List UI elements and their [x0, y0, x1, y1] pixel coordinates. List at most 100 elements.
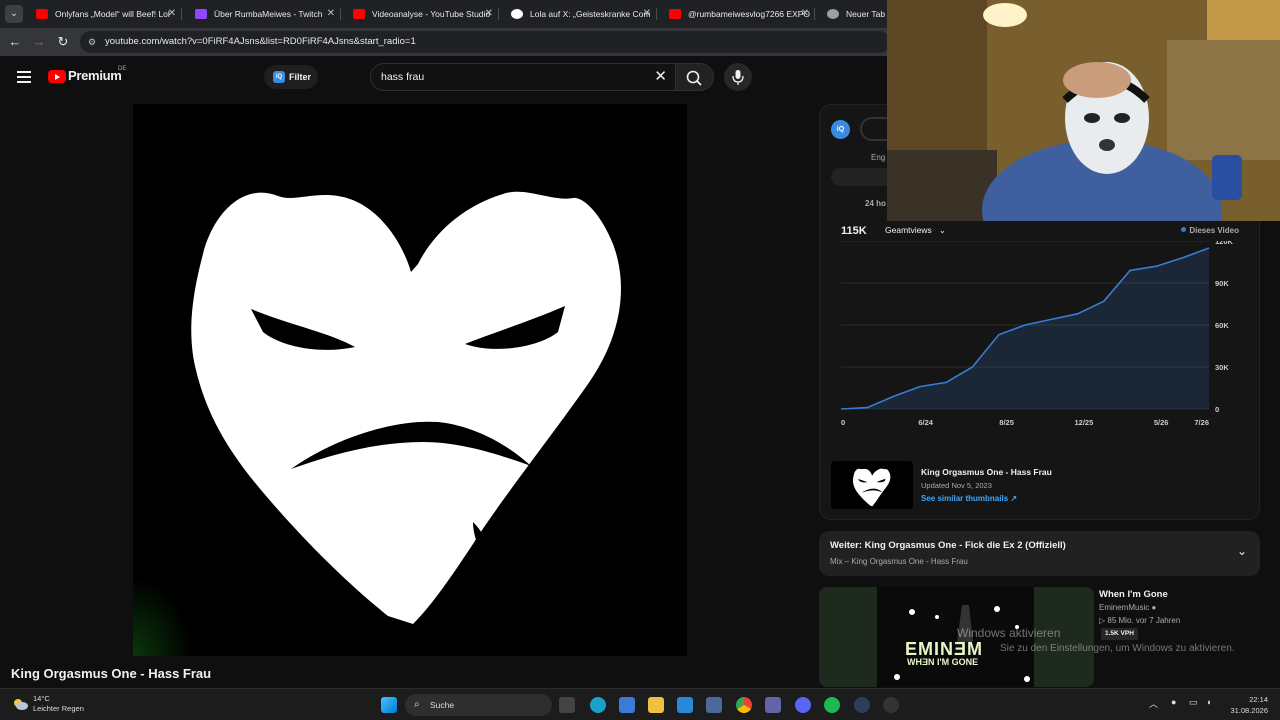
forward-icon[interactable]: →	[29, 32, 49, 52]
thumbnail-title: King Orgasmus One - Hass Frau	[921, 467, 1052, 477]
microphone-tray-icon[interactable]: ●	[1171, 697, 1176, 707]
chevron-down-icon[interactable]: ⌄	[1237, 544, 1247, 558]
app-recorder-icon[interactable]	[883, 697, 899, 713]
thumb-text-song: WHƎN I'M GONE	[907, 657, 979, 667]
spotify-icon[interactable]	[824, 697, 840, 713]
menu-icon[interactable]	[17, 71, 31, 83]
up-next-title: Weiter: King Orgasmus One - Fick die Ex …	[830, 540, 1066, 551]
tab-label: @rumbameiwesvlog7266 EXPO	[688, 9, 811, 19]
twitch-icon	[195, 9, 207, 19]
legend-label: Dieses Video	[1189, 226, 1239, 235]
close-tab-icon[interactable]: ✕	[485, 0, 493, 28]
search-input[interactable]: hass frau ✕	[370, 63, 676, 91]
series-area	[841, 248, 1209, 409]
clock[interactable]: 22:14 31.08.2026	[1230, 694, 1268, 716]
x-tick-label: 5/26	[1154, 418, 1169, 427]
up-next-panel[interactable]: Weiter: King Orgasmus One - Fick die Ex …	[819, 531, 1260, 576]
tab-label: Onlyfans „Model“ will Beef! Lol	[55, 9, 170, 19]
youtube-logo-icon[interactable]	[48, 70, 66, 83]
youtube-icon	[36, 9, 48, 19]
thumbnail-info: King Orgasmus One - Hass Frau Updated No…	[831, 461, 1249, 511]
task-view-icon[interactable]	[559, 697, 575, 713]
discord-icon[interactable]	[795, 697, 811, 713]
volume-icon[interactable]: ◖	[1206, 697, 1211, 707]
store-icon[interactable]	[706, 697, 722, 713]
app-w-icon[interactable]	[854, 697, 870, 713]
tab-label: Lola auf X: „Geisteskranke Com	[530, 9, 651, 19]
heart-face-artwork	[191, 191, 621, 624]
up-next-subtitle: Mix – King Orgasmus One - Hass Frau	[830, 557, 968, 566]
weather-widget[interactable]: 14°C Leichter Regen	[33, 694, 84, 714]
views-chart-card: 115K Geamtviews ⌄ Dieses Video 0 30K 60K 90…	[831, 215, 1249, 451]
taskbar-search[interactable]: ⌕ Suche	[405, 694, 552, 716]
engagement-label: Eng	[871, 153, 886, 162]
recommendation-title[interactable]: When I'm Gone	[1099, 589, 1168, 600]
clear-search-icon[interactable]: ✕	[654, 64, 667, 90]
chrome-icon[interactable]	[736, 697, 752, 713]
browser-tab[interactable]: @rumbameiwesvlog7266 EXPO ✕	[660, 0, 815, 28]
tray-chevron-icon[interactable]: ︿	[1149, 697, 1158, 710]
tab-label: Neuer Tab	[846, 9, 886, 19]
windows-taskbar: 14°C Leichter Regen ⌕ Suche ︿ ● ▭ ◖ 22:1…	[0, 688, 1280, 720]
back-icon[interactable]: ←	[5, 32, 25, 52]
recommendation-meta: ▷ 85 Mio. vor 7 Jahren	[1099, 616, 1181, 625]
video-area: King Orgasmus One - Hass Frau	[0, 100, 818, 686]
close-tab-icon[interactable]: ✕	[801, 0, 809, 28]
iq-badge-icon[interactable]: iQ	[831, 120, 850, 139]
close-tab-icon[interactable]: ✕	[643, 0, 651, 28]
legend-dot	[1181, 227, 1187, 232]
x-tick-label: 8/25	[999, 418, 1014, 427]
x-tick-label: 6/24	[918, 418, 933, 427]
taskbar-search-label: Suche	[430, 700, 455, 710]
site-info-icon[interactable]: ⚙	[88, 36, 100, 48]
filter-button[interactable]: iQ Filter	[264, 65, 318, 89]
browser-tab[interactable]: Videoanalyse - YouTube Studio ✕	[344, 0, 499, 28]
windows-activation-subtitle: Sie zu den Einstellungen, um Windows zu …	[1000, 643, 1235, 654]
teams-icon[interactable]	[765, 697, 781, 713]
y-tick-label: 30K	[1215, 363, 1229, 372]
chevron-down-icon: ⌄	[934, 225, 946, 235]
outlook-icon[interactable]	[677, 697, 693, 713]
close-tab-icon[interactable]: ✕	[168, 0, 176, 28]
windows-start-icon[interactable]	[381, 697, 397, 713]
metric-select[interactable]: Geamtviews ⌄	[885, 225, 946, 236]
tab-separator	[340, 8, 341, 20]
recommendation-channel[interactable]: EminemMusic ●	[1099, 603, 1156, 612]
youtube-icon	[669, 9, 681, 19]
file-explorer-icon[interactable]	[648, 697, 664, 713]
x-tick-label: 0	[841, 418, 845, 427]
weather-text: Leichter Regen	[33, 704, 84, 713]
edge-icon[interactable]	[590, 697, 606, 713]
reload-icon[interactable]: ↻	[53, 32, 73, 52]
channel-name: EminemMusic	[1099, 603, 1150, 612]
clock-time: 22:14	[1249, 695, 1268, 704]
search-button[interactable]	[676, 63, 714, 91]
url-text[interactable]: youtube.com/watch?v=0FiRF4AJsns&list=RD0…	[105, 31, 416, 53]
weather-icon	[14, 699, 28, 710]
network-icon[interactable]: ▭	[1189, 697, 1198, 708]
metric-select-label: Geamtviews	[885, 225, 932, 235]
browser-tab[interactable]: Neuer Tab	[818, 0, 886, 28]
voice-search-button[interactable]	[724, 63, 752, 91]
close-tab-icon[interactable]: ✕	[327, 0, 335, 28]
video-player[interactable]	[133, 104, 687, 656]
chart-legend: Dieses Video	[1181, 226, 1239, 235]
webcam-scene	[887, 0, 1280, 221]
y-tick-label: 60K	[1215, 321, 1229, 330]
iq-icon: iQ	[273, 71, 285, 83]
clock-date: 31.08.2026	[1230, 706, 1268, 715]
tab-search-menu-button[interactable]: ⌄	[5, 5, 23, 23]
youtube-premium-logo[interactable]: Premium	[68, 68, 122, 83]
views-chart: 0 30K 60K 90K 120K 0 6/24 8/25 12/25 5/26 7/26	[840, 241, 1234, 427]
browser-tab[interactable]: Über RumbaMeiwes - Twitch ✕	[186, 0, 341, 28]
media-player-icon[interactable]	[619, 697, 635, 713]
webcam-overlay	[887, 0, 1280, 221]
search-value[interactable]: hass frau	[381, 64, 424, 90]
browser-tab[interactable]: Onlyfans „Model“ will Beef! Lol ✕	[27, 0, 182, 28]
similar-thumbnails-link[interactable]: See similar thumbnails ↗	[921, 494, 1017, 503]
thumbnail-updated: Updated Nov 5, 2023	[921, 481, 992, 490]
browser-tab[interactable]: Lola auf X: „Geisteskranke Com ✕	[502, 0, 657, 28]
address-bar[interactable]: ⚙ youtube.com/watch?v=0FiRF4AJsns&list=R…	[80, 31, 890, 53]
thumbnail-image[interactable]	[831, 461, 913, 509]
video-glow	[133, 576, 193, 656]
